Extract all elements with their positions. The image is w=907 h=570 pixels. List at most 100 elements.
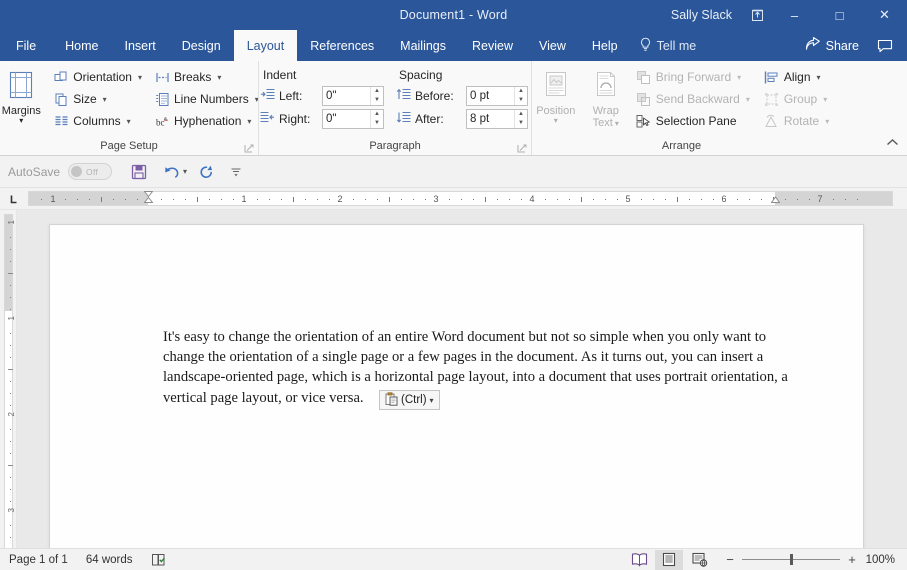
indent-right-spinner[interactable]: 0" ▲ ▼: [322, 108, 384, 129]
tab-mailings[interactable]: Mailings: [387, 30, 459, 61]
selection-pane-button[interactable]: Selection Pane: [632, 110, 754, 132]
account-user-name[interactable]: Sally Slack: [661, 8, 742, 22]
zoom-slider-handle[interactable]: [790, 554, 793, 565]
chevron-down-icon: ▾: [217, 72, 222, 82]
spacing-before-label-group: Before:: [396, 88, 466, 104]
title-bar-right-controls: Sally Slack – □ ✕: [661, 0, 907, 30]
spinner-down-icon[interactable]: ▼: [515, 96, 527, 105]
restore-down-icon[interactable]: [742, 0, 772, 30]
rotate-label: Rotate: [783, 114, 820, 128]
chevron-down-icon[interactable]: ▾: [430, 396, 434, 405]
spacing-before-value[interactable]: 0 pt: [467, 87, 514, 105]
spinner-up-icon[interactable]: ▲: [515, 87, 527, 96]
zoom-out-button[interactable]: −: [725, 552, 735, 567]
document-canvas[interactable]: It's easy to change the orientation of a…: [17, 210, 907, 562]
group-button[interactable]: Group ▾: [760, 88, 833, 110]
autosave-toggle[interactable]: Off: [68, 163, 113, 180]
spinner-down-icon[interactable]: ▼: [371, 96, 383, 105]
tab-insert[interactable]: Insert: [112, 30, 169, 61]
horizontal-ruler[interactable]: 1 1 2 3 4 5 6 7: [28, 191, 893, 206]
undo-button[interactable]: [158, 160, 184, 184]
indent-right-value[interactable]: 0": [323, 110, 370, 128]
redo-button[interactable]: [193, 160, 219, 184]
minimize-button[interactable]: –: [772, 0, 817, 30]
indent-right-row: Right: 0" ▲ ▼: [260, 108, 396, 129]
bring-forward-label: Bring Forward: [655, 70, 732, 84]
zoom-slider[interactable]: [742, 554, 840, 565]
zoom-level-label[interactable]: 100%: [865, 554, 899, 566]
line-numbers-button[interactable]: Line Numbers ▾: [150, 88, 263, 110]
tab-design[interactable]: Design: [169, 30, 234, 61]
indent-left-spinner[interactable]: 0" ▲ ▼: [322, 85, 384, 106]
tab-references[interactable]: References: [297, 30, 387, 61]
spinner-up-icon[interactable]: ▲: [371, 110, 383, 119]
tab-file[interactable]: File: [0, 30, 52, 61]
proofing-status[interactable]: [142, 549, 175, 570]
tab-view[interactable]: View: [526, 30, 579, 61]
hyphenation-button[interactable]: bc a Hyphenation ▾: [150, 110, 263, 132]
size-label: Size: [73, 92, 97, 106]
save-button[interactable]: [126, 160, 152, 184]
document-body-text[interactable]: It's easy to change the orientation of a…: [163, 327, 788, 408]
chevron-up-icon[interactable]: [883, 133, 901, 151]
close-button[interactable]: ✕: [862, 0, 907, 30]
zoom-in-button[interactable]: +: [847, 552, 857, 567]
tab-home[interactable]: Home: [52, 30, 111, 61]
left-tab-stop-icon: [10, 195, 17, 203]
zoom-control: − +: [715, 552, 863, 567]
spinner-down-icon[interactable]: ▼: [371, 119, 383, 128]
spacing-after-spinner[interactable]: 8 pt ▲ ▼: [466, 108, 528, 129]
first-line-indent-marker[interactable]: [143, 191, 154, 207]
tab-help[interactable]: Help: [579, 30, 631, 61]
margins-button[interactable]: Margins ▾: [0, 67, 47, 125]
spinner-down-icon[interactable]: ▼: [515, 119, 527, 128]
chevron-down-icon: ▾: [823, 94, 828, 104]
web-layout-button[interactable]: [685, 550, 713, 570]
word-count-status[interactable]: 64 words: [77, 549, 142, 570]
print-layout-button[interactable]: [655, 549, 683, 570]
selection-pane-icon: [636, 113, 652, 129]
wrap-text-button[interactable]: Wrap Text ▾: [582, 67, 630, 129]
indent-right-spin-arrows[interactable]: ▲ ▼: [370, 109, 383, 128]
right-indent-marker[interactable]: [770, 195, 781, 211]
indent-left-value[interactable]: 0": [323, 87, 370, 105]
paragraph-dialog-launcher[interactable]: [517, 142, 528, 153]
page-setup-col-2: Breaks ▾ Line Numbers ▾ bc a Hyphenation…: [150, 65, 263, 132]
read-mode-icon: [631, 553, 647, 567]
document-page[interactable]: It's easy to change the orientation of a…: [49, 224, 864, 562]
spinner-up-icon[interactable]: ▲: [515, 110, 527, 119]
share-button[interactable]: Share: [795, 30, 869, 61]
ruler-number: 5: [625, 194, 631, 204]
indent-left-spin-arrows[interactable]: ▲ ▼: [370, 86, 383, 105]
tab-layout[interactable]: Layout: [233, 30, 298, 61]
maximize-button[interactable]: □: [817, 0, 862, 30]
customize-quick-access-toolbar-button[interactable]: [223, 160, 249, 184]
tab-stop-selector[interactable]: [2, 188, 26, 209]
rotate-button[interactable]: Rotate ▾: [760, 110, 833, 132]
vertical-ruler[interactable]: 1123: [0, 210, 17, 562]
title-bar: Document1 - Word Sally Slack – □ ✕: [0, 0, 907, 30]
paste-options-button[interactable]: (Ctrl) ▾: [379, 390, 440, 410]
read-mode-button[interactable]: [625, 550, 653, 570]
tab-review[interactable]: Review: [459, 30, 526, 61]
orientation-button[interactable]: Orientation ▾: [49, 66, 146, 88]
spacing-before-spinner[interactable]: 0 pt ▲ ▼: [466, 85, 528, 106]
arrange-body: Position ▾ Wrap Text ▾ Bring Forward ▾ S…: [530, 65, 833, 140]
comment-icon[interactable]: [869, 30, 901, 61]
position-button[interactable]: Position ▾: [530, 67, 582, 125]
spinner-up-icon[interactable]: ▲: [371, 87, 383, 96]
bring-forward-button[interactable]: Bring Forward ▾: [632, 66, 754, 88]
vertical-ruler-bar: 1123: [4, 214, 16, 558]
spacing-after-value[interactable]: 8 pt: [467, 110, 514, 128]
size-button[interactable]: Size ▾: [49, 88, 146, 110]
page-setup-dialog-launcher[interactable]: [244, 142, 255, 153]
undo-dropdown-icon[interactable]: ▾: [183, 167, 187, 176]
spacing-before-spin-arrows[interactable]: ▲ ▼: [514, 86, 527, 105]
tell-me-search[interactable]: Tell me: [631, 30, 709, 61]
breaks-button[interactable]: Breaks ▾: [150, 66, 263, 88]
columns-button[interactable]: Columns ▾: [49, 110, 146, 132]
send-backward-button[interactable]: Send Backward ▾: [632, 88, 754, 110]
spacing-after-spin-arrows[interactable]: ▲ ▼: [514, 109, 527, 128]
align-button[interactable]: Align ▾: [760, 66, 833, 88]
page-number-status[interactable]: Page 1 of 1: [0, 549, 77, 570]
